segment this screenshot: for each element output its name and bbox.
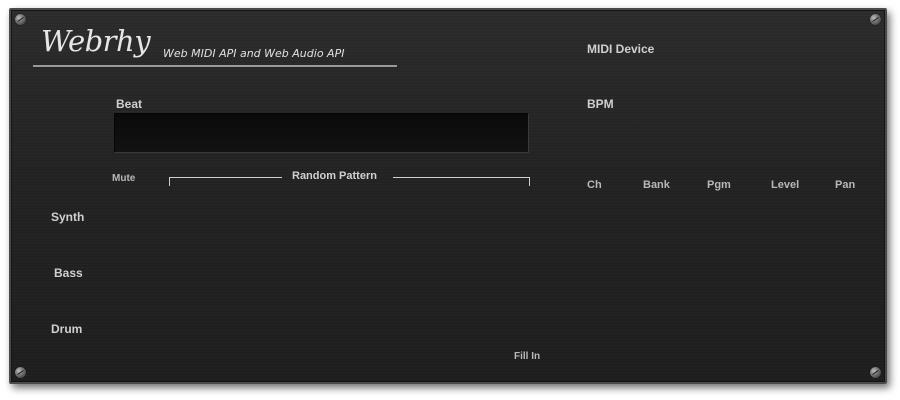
- column-header-bank: Bank: [643, 179, 670, 191]
- screw-icon: [15, 14, 26, 25]
- fill-in-label: Fill In: [514, 351, 541, 362]
- screw-icon: [15, 367, 26, 378]
- random-pattern-label: Random Pattern: [292, 170, 377, 182]
- random-pattern-bracket-left: [169, 177, 282, 186]
- track-label-bass: Bass: [54, 266, 83, 280]
- app-subtitle: Web MIDI API and Web Audio API: [163, 47, 345, 60]
- random-pattern-bracket-right: [393, 177, 530, 186]
- beat-label: Beat: [116, 97, 143, 111]
- column-header-ch: Ch: [587, 179, 602, 191]
- mute-label: Mute: [112, 173, 136, 184]
- beat-display: [114, 113, 529, 153]
- track-label-synth: Synth: [51, 210, 85, 224]
- logo-underline: [33, 65, 397, 67]
- screw-icon: [870, 14, 881, 25]
- column-header-level: Level: [771, 179, 800, 191]
- rhythm-machine-panel: Webrhy Web MIDI API and Web Audio API Be…: [9, 8, 887, 384]
- track-label-drum: Drum: [51, 322, 83, 336]
- column-header-pan: Pan: [835, 179, 856, 191]
- midi-device-label: MIDI Device: [587, 42, 655, 56]
- app-logo: Webrhy: [41, 24, 151, 58]
- column-header-pgm: Pgm: [707, 179, 731, 191]
- bpm-label: BPM: [587, 97, 614, 111]
- screw-icon: [870, 367, 881, 378]
